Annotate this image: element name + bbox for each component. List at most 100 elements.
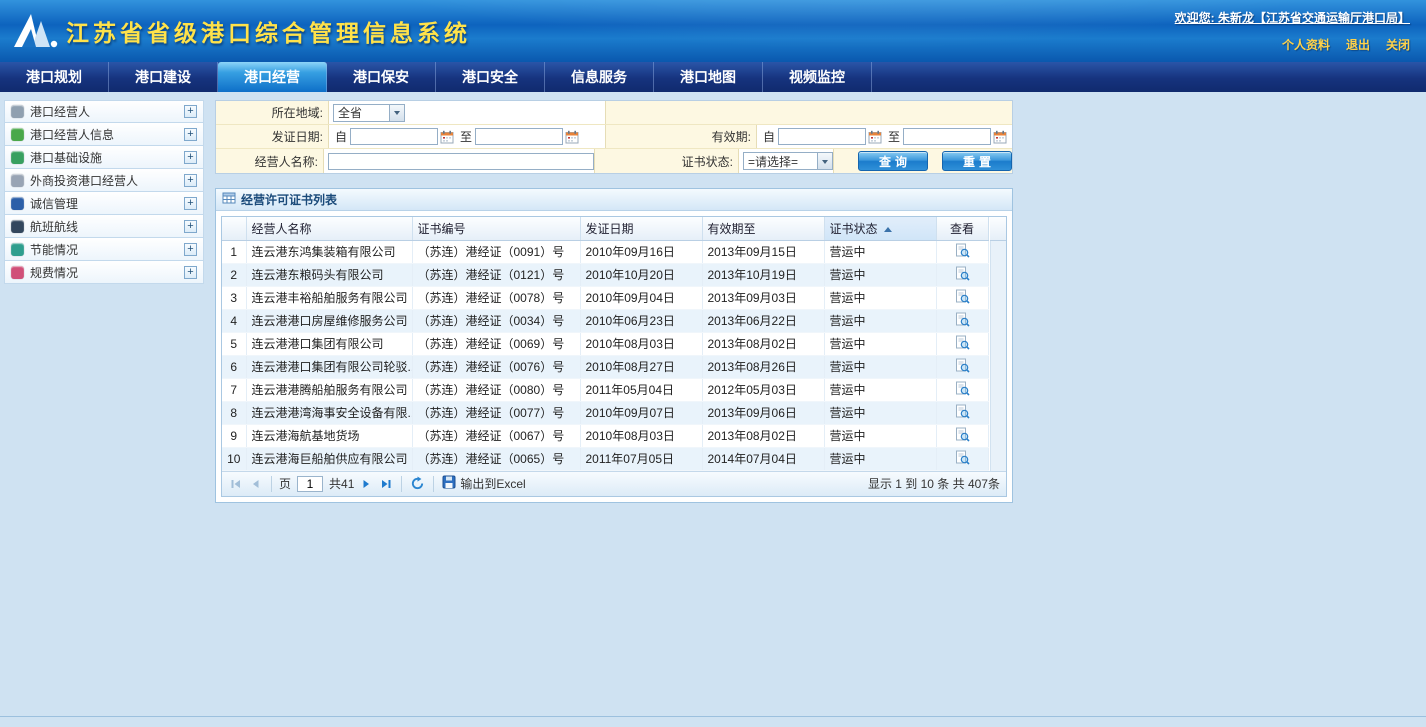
page-number-input[interactable] — [297, 476, 323, 492]
view-button[interactable] — [936, 355, 988, 378]
column-header-4[interactable]: 有效期至 — [702, 217, 824, 240]
table-row[interactable]: 4连云港港口房屋维修服务公司（苏连）港经证（0034）号2010年06月23日2… — [222, 309, 988, 332]
view-button[interactable] — [936, 378, 988, 401]
magnifier-document-icon — [955, 339, 970, 353]
operator-name-field — [323, 149, 595, 173]
view-button[interactable] — [936, 240, 988, 263]
table-row[interactable]: 5连云港港口集团有限公司（苏连）港经证（0069）号2010年08月03日201… — [222, 332, 988, 355]
issue-date-to-input[interactable] — [475, 128, 563, 145]
table-row[interactable]: 2连云港东粮码头有限公司（苏连）港经证（0121）号2010年10月20日201… — [222, 263, 988, 286]
expand-plus-button[interactable]: + — [184, 105, 197, 118]
magnifier-document-icon — [955, 431, 970, 445]
refresh-button[interactable] — [409, 475, 426, 492]
top-link-3[interactable]: 关闭 — [1386, 38, 1410, 52]
nav-tab-2[interactable]: 港口建设 — [109, 62, 218, 92]
issue-date-from-input[interactable] — [350, 128, 438, 145]
app-logo-icon — [12, 11, 60, 56]
sidebar-item[interactable]: 港口基础设施+ — [4, 146, 204, 169]
nav-tab-8[interactable]: 视频监控 — [763, 62, 872, 92]
calendar-icon[interactable] — [565, 130, 579, 144]
nav-tab-6[interactable]: 信息服务 — [545, 62, 654, 92]
view-button[interactable] — [936, 447, 988, 470]
sidebar-item[interactable]: 节能情况+ — [4, 238, 204, 261]
calendar-icon[interactable] — [868, 130, 882, 144]
table-row[interactable]: 6连云港港口集团有限公司轮驳...（苏连）港经证（0076）号2010年08月2… — [222, 355, 988, 378]
expand-plus-button[interactable]: + — [184, 220, 197, 233]
column-header-3[interactable]: 发证日期 — [580, 217, 702, 240]
save-disk-icon — [442, 475, 456, 492]
sidebar-item[interactable]: 诚信管理+ — [4, 192, 204, 215]
validity-label: 有效期: — [606, 125, 756, 148]
table-row[interactable]: 7连云港港腾船舶服务有限公司（苏连）港经证（0080）号2011年05月04日2… — [222, 378, 988, 401]
expand-plus-button[interactable]: + — [184, 151, 197, 164]
nav-tab-3[interactable]: 港口经营 — [218, 62, 327, 92]
operator-name-input[interactable] — [328, 153, 594, 170]
view-button[interactable] — [936, 401, 988, 424]
region-field: 全省 — [328, 101, 606, 124]
cert-status-cell: 营运中 — [824, 286, 936, 309]
valid-to-cell: 2013年10月19日 — [702, 263, 824, 286]
expand-plus-button[interactable]: + — [184, 174, 197, 187]
cert-number-cell: （苏连）港经证（0091）号 — [412, 240, 580, 263]
expand-plus-button[interactable]: + — [184, 197, 197, 210]
issue-date-cell: 2010年09月04日 — [580, 286, 702, 309]
top-link-2[interactable]: 退出 — [1346, 38, 1370, 52]
view-button[interactable] — [936, 263, 988, 286]
previous-page-button[interactable] — [248, 476, 264, 492]
query-button[interactable]: 查询 — [858, 151, 928, 171]
sidebar-item[interactable]: 港口经营人信息+ — [4, 123, 204, 146]
column-header-5[interactable]: 证书状态 — [824, 217, 936, 240]
view-button[interactable] — [936, 332, 988, 355]
sidebar-item-label: 港口基础设施 — [30, 149, 184, 166]
table-row[interactable]: 9连云港海航基地货场（苏连）港经证（0067）号2010年08月03日2013年… — [222, 424, 988, 447]
column-header-1[interactable]: 经营人名称 — [246, 217, 412, 240]
nav-tab-7[interactable]: 港口地图 — [654, 62, 763, 92]
table-row[interactable]: 10连云港海巨船舶供应有限公司（苏连）港经证（0065）号2011年07月05日… — [222, 447, 988, 470]
view-button[interactable] — [936, 424, 988, 447]
validity-from-input[interactable] — [778, 128, 866, 145]
region-select-value: 全省 — [338, 104, 362, 121]
calendar-icon[interactable] — [440, 130, 454, 144]
region-select[interactable]: 全省 — [333, 104, 405, 122]
reset-button[interactable]: 重置 — [942, 151, 1012, 171]
table-row[interactable]: 1连云港东鸿集装箱有限公司（苏连）港经证（0091）号2010年09月16日20… — [222, 240, 988, 263]
pager-separator — [271, 476, 272, 492]
monitor-icon — [11, 105, 24, 118]
row-number: 7 — [222, 378, 246, 401]
top-link-1[interactable]: 个人资料 — [1282, 38, 1330, 52]
first-page-button[interactable] — [228, 476, 244, 492]
search-buttons: 查询 重置 — [834, 149, 1012, 173]
sidebar-item[interactable]: 外商投资港口经营人+ — [4, 169, 204, 192]
column-header-2[interactable]: 证书编号 — [412, 217, 580, 240]
magnifier-document-icon — [955, 293, 970, 307]
row-number: 3 — [222, 286, 246, 309]
view-button[interactable] — [936, 286, 988, 309]
export-excel-button[interactable]: 输出到Excel — [441, 474, 526, 493]
sidebar-item[interactable]: 航班航线+ — [4, 215, 204, 238]
last-page-button[interactable] — [378, 476, 394, 492]
nav-tab-4[interactable]: 港口保安 — [327, 62, 436, 92]
cert-status-select[interactable]: =请选择= — [743, 152, 833, 170]
issue-date-cell: 2010年08月03日 — [580, 332, 702, 355]
nav-tab-5[interactable]: 港口安全 — [436, 62, 545, 92]
operator-name-cell: 连云港海巨船舶供应有限公司 — [246, 447, 412, 470]
nav-tab-1[interactable]: 港口规划 — [0, 62, 109, 92]
expand-plus-button[interactable]: + — [184, 266, 197, 279]
view-button[interactable] — [936, 309, 988, 332]
sidebar-item[interactable]: 港口经营人+ — [4, 100, 204, 123]
grid-title-bar: 经营许可证书列表 — [216, 189, 1012, 211]
validity-to-input[interactable] — [903, 128, 991, 145]
table-row[interactable]: 8连云港港湾海事安全设备有限...（苏连）港经证（0077）号2010年09月0… — [222, 401, 988, 424]
expand-plus-button[interactable]: + — [184, 128, 197, 141]
column-header-6[interactable]: 查看 — [936, 217, 988, 240]
grid-wrap: 经营人名称证书编号发证日期 有效期至证书状态查看 1连云港东鸿集装箱有限公司（苏连… — [221, 216, 1007, 497]
expand-plus-button[interactable]: + — [184, 243, 197, 256]
next-page-button[interactable] — [358, 476, 374, 492]
calendar-icon[interactable] — [993, 130, 1007, 144]
row-number: 10 — [222, 447, 246, 470]
column-header-label: 发证日期 — [586, 222, 634, 236]
vertical-scrollbar[interactable] — [990, 241, 1006, 471]
table-row[interactable]: 3连云港丰裕船舶服务有限公司（苏连）港经证（0078）号2010年09月04日2… — [222, 286, 988, 309]
sidebar-item[interactable]: 规费情况+ — [4, 261, 204, 284]
total-pages-label: 共41 — [329, 475, 354, 492]
